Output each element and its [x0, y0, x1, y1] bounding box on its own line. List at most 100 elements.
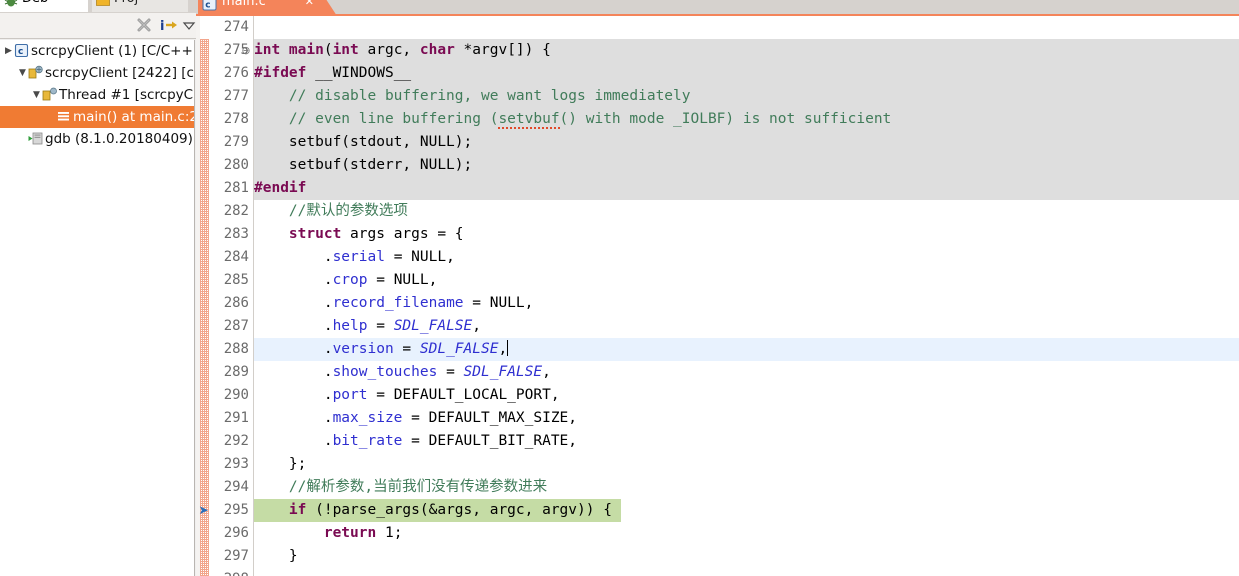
code-token: (	[323, 42, 333, 58]
code-token: show_touches	[332, 364, 438, 380]
launch-config-icon: c	[14, 43, 31, 58]
line-number: 297	[223, 548, 249, 564]
code-line[interactable]: int main(int argc, char *argv[]) {	[254, 39, 551, 62]
debug-tree-row[interactable]: ▼ Thread #1 [scrcpyClie	[0, 84, 194, 106]
code-token: setvbuf	[498, 111, 560, 129]
show-details-icon[interactable]: i	[160, 17, 180, 35]
code-token: = NULL,	[463, 295, 534, 311]
code-line[interactable]: .max_size = DEFAULT_MAX_SIZE,	[254, 407, 577, 430]
line-number: 288	[223, 341, 249, 357]
code-token: argc,	[358, 42, 420, 58]
svg-text:c: c	[205, 1, 210, 11]
folder-icon	[96, 0, 110, 6]
gdb-icon	[28, 131, 45, 146]
code-token: =	[393, 341, 420, 357]
remove-all-terminated-icon[interactable]	[136, 17, 156, 35]
thread-icon	[42, 87, 59, 102]
code-line[interactable]: .bit_rate = DEFAULT_BIT_RATE,	[254, 430, 577, 453]
debug-tree-row-label: main() at main.c:29	[73, 109, 194, 125]
code-token: int	[332, 42, 359, 58]
code-line[interactable]: .crop = NULL,	[254, 269, 438, 292]
twisty-icon[interactable]: ▼	[31, 84, 42, 106]
line-number: 274	[223, 19, 249, 35]
code-line[interactable]: //解析参数,当前我们没有传递参数进来	[254, 476, 547, 499]
code-line[interactable]: .help = SDL_FALSE,	[254, 315, 481, 338]
code-line[interactable]: .port = DEFAULT_LOCAL_PORT,	[254, 384, 560, 407]
code-line[interactable]: //默认的参数选项	[254, 200, 408, 223]
close-icon[interactable]: ✕	[173, 0, 183, 3]
code-token: char	[419, 42, 455, 58]
code-line[interactable]: .show_touches = SDL_FALSE,	[254, 361, 551, 384]
code-line[interactable]: .serial = NULL,	[254, 246, 455, 269]
code-token: //默认的参数选项	[254, 203, 408, 219]
close-icon[interactable]: ✕	[73, 0, 83, 3]
debug-tree-row[interactable]: gdb (8.1.0.20180409)	[0, 128, 194, 150]
debug-tree[interactable]: ▶cscrcpyClient (1) [C/C++ Ap▼scrcpyClien…	[0, 40, 195, 576]
code-line[interactable]: // even line buffering (setvbuf() with m…	[254, 108, 891, 131]
code-token: *argv[]) {	[454, 42, 551, 58]
code-token: .	[254, 433, 333, 449]
code-token: // disable buffering, we want logs immed…	[254, 88, 691, 104]
code-token: =	[367, 318, 394, 334]
code-line[interactable]: return 1;	[254, 522, 403, 545]
code-line[interactable]: setbuf(stdout, NULL);	[254, 131, 472, 154]
view-menu-icon[interactable]	[182, 20, 196, 32]
code-token: version	[332, 341, 394, 357]
code-token: SDL_FALSE	[463, 364, 543, 380]
code-line[interactable]: struct args args = {	[254, 223, 464, 246]
close-icon[interactable]: ✕	[305, 0, 314, 9]
code-token: setbuf(stderr, NULL);	[254, 157, 473, 173]
debug-tree-row[interactable]: ▼ scrcpyClient [2422] [cor	[0, 62, 194, 84]
code-line[interactable]: .record_filename = NULL,	[254, 292, 534, 315]
line-number: 289	[223, 364, 249, 380]
code-line[interactable]: }	[254, 545, 298, 568]
code-token: .	[254, 295, 333, 311]
line-number: 287	[223, 318, 249, 334]
code-line[interactable]: #ifdef __WINDOWS__	[254, 62, 411, 85]
code-token: return	[323, 525, 377, 541]
twisty-icon[interactable]: ▼	[17, 62, 28, 84]
code-token: max_size	[332, 410, 403, 426]
tab-debug[interactable]: Deb ✕	[0, 0, 88, 12]
line-number: 286	[223, 295, 249, 311]
tab-project-explorer-label: Proj	[114, 0, 138, 6]
code-token: main	[288, 42, 324, 58]
line-number: 281	[223, 180, 249, 196]
tab-project-explorer[interactable]: Proj ✕	[92, 0, 188, 12]
debug-tree-row[interactable]: ▶ c scrcpyClient (1) [C/C++ Ap	[0, 40, 194, 62]
code-token: __WINDOWS__	[306, 65, 412, 81]
code-token: args args = {	[341, 226, 464, 242]
tab-debug-label: Deb	[22, 0, 48, 6]
line-number: 283	[223, 226, 249, 242]
code-token: = NULL,	[384, 249, 455, 265]
editor-tabbar: c main.c ✕	[196, 0, 1239, 16]
tab-main-c-label: main.c	[222, 0, 266, 9]
code-line[interactable]: // disable buffering, we want logs immed…	[254, 85, 691, 108]
line-number: 284	[223, 249, 249, 265]
code-token: help	[332, 318, 368, 334]
line-number: 282	[223, 203, 249, 219]
inactive-code-region	[254, 177, 1239, 200]
twisty-icon[interactable]: ▶	[3, 40, 14, 62]
code-token: =	[437, 364, 464, 380]
code-line[interactable]: if (!parse_args(&args, argc, argv)) {	[254, 499, 612, 522]
code-token: = DEFAULT_BIT_RATE,	[402, 433, 578, 449]
code-line[interactable]: .version = SDL_FALSE,	[254, 338, 509, 361]
code-line[interactable]: #endif	[254, 177, 306, 200]
debug-tree-row-selected[interactable]: main() at main.c:29	[0, 106, 194, 128]
code-line[interactable]: };	[254, 453, 306, 476]
code-token: record_filename	[332, 295, 464, 311]
code-line[interactable]: setbuf(stderr, NULL);	[254, 154, 472, 177]
breakpoint-marker-column[interactable]	[196, 16, 209, 576]
fold-collapse-icon[interactable]: ⊖	[240, 39, 252, 62]
code-token: serial	[332, 249, 385, 265]
debug-tree-row-label: gdb (8.1.0.20180409)	[45, 131, 193, 147]
debug-view-toolbar: i	[0, 13, 196, 39]
debug-view: Deb ✕ Proj ✕	[0, 0, 196, 576]
code-token: () with mode _IOLBF) is not sufficient	[559, 111, 892, 127]
code-token: }	[254, 548, 298, 564]
code-token: = DEFAULT_MAX_SIZE,	[402, 410, 578, 426]
code-canvas[interactable]: 274 275 ⊖ int main(int argc, char *argv[]) …	[196, 16, 1239, 576]
line-number: 280	[223, 157, 249, 173]
